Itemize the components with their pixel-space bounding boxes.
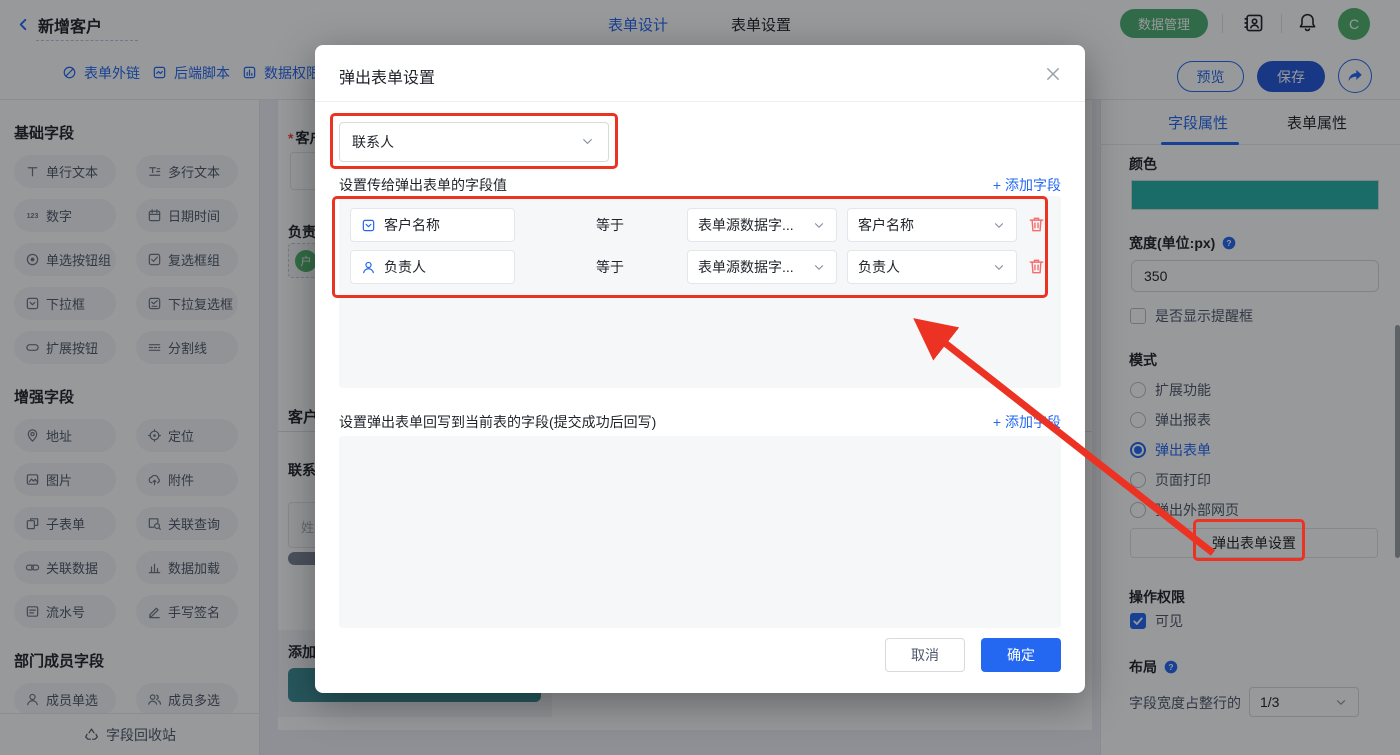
person-field-icon bbox=[361, 260, 376, 275]
field-name-box[interactable]: 负责人 bbox=[350, 250, 515, 284]
source-type-value: 表单源数据字... bbox=[698, 215, 794, 235]
writeback-section-label: 设置弹出表单回写到当前表的字段(提交成功后回写) bbox=[339, 412, 656, 432]
operator-label: 等于 bbox=[596, 257, 624, 277]
chevron-down-icon bbox=[992, 218, 1006, 232]
popup-form-settings-modal: 弹出表单设置 联系人 设置传给弹出表单的字段值 + 添加字段 客户名称 等于 表… bbox=[315, 45, 1085, 693]
modal-header: 弹出表单设置 bbox=[315, 45, 1085, 102]
modal-title: 弹出表单设置 bbox=[339, 64, 435, 88]
chevron-down-icon bbox=[812, 260, 826, 274]
source-type-value: 表单源数据字... bbox=[698, 257, 794, 277]
chevron-down-icon bbox=[812, 218, 826, 232]
source-type-select[interactable]: 表单源数据字... bbox=[687, 208, 837, 242]
add-field-link-2[interactable]: + 添加字段 bbox=[993, 412, 1061, 432]
chevron-down-icon bbox=[992, 260, 1006, 274]
dropdown-field-icon bbox=[361, 218, 376, 233]
add-field-link-1[interactable]: + 添加字段 bbox=[993, 175, 1061, 195]
source-field-select[interactable]: 负责人 bbox=[847, 250, 1017, 284]
field-name: 客户名称 bbox=[384, 215, 440, 235]
form-designer-app: 新增客户 表单设计 表单设置 数据管理 C 表单外链 后端脚本 数据权限 预览 … bbox=[0, 0, 1400, 755]
operator-label: 等于 bbox=[596, 215, 624, 235]
field-mapping-row: 客户名称 等于 表单源数据字... 客户名称 bbox=[350, 208, 1050, 242]
pass-fields-container: 客户名称 等于 表单源数据字... 客户名称 负责人 等于 bbox=[339, 196, 1061, 388]
field-name-box[interactable]: 客户名称 bbox=[350, 208, 515, 242]
field-name: 负责人 bbox=[384, 257, 426, 277]
field-mapping-row: 负责人 等于 表单源数据字... 负责人 bbox=[350, 250, 1050, 284]
close-icon[interactable] bbox=[1043, 64, 1063, 84]
source-field-value: 客户名称 bbox=[858, 215, 914, 235]
source-field-value: 负责人 bbox=[858, 257, 900, 277]
chevron-down-icon bbox=[580, 134, 596, 150]
delete-row-icon[interactable] bbox=[1027, 257, 1047, 277]
writeback-fields-container bbox=[339, 436, 1061, 628]
source-field-select[interactable]: 客户名称 bbox=[847, 208, 1017, 242]
cancel-button[interactable]: 取消 bbox=[885, 638, 965, 672]
target-form-value: 联系人 bbox=[352, 132, 394, 152]
confirm-button[interactable]: 确定 bbox=[981, 638, 1061, 672]
target-form-select[interactable]: 联系人 bbox=[339, 122, 609, 162]
source-type-select[interactable]: 表单源数据字... bbox=[687, 250, 837, 284]
pass-fields-section-label: 设置传给弹出表单的字段值 bbox=[339, 175, 507, 195]
delete-row-icon[interactable] bbox=[1027, 215, 1047, 235]
